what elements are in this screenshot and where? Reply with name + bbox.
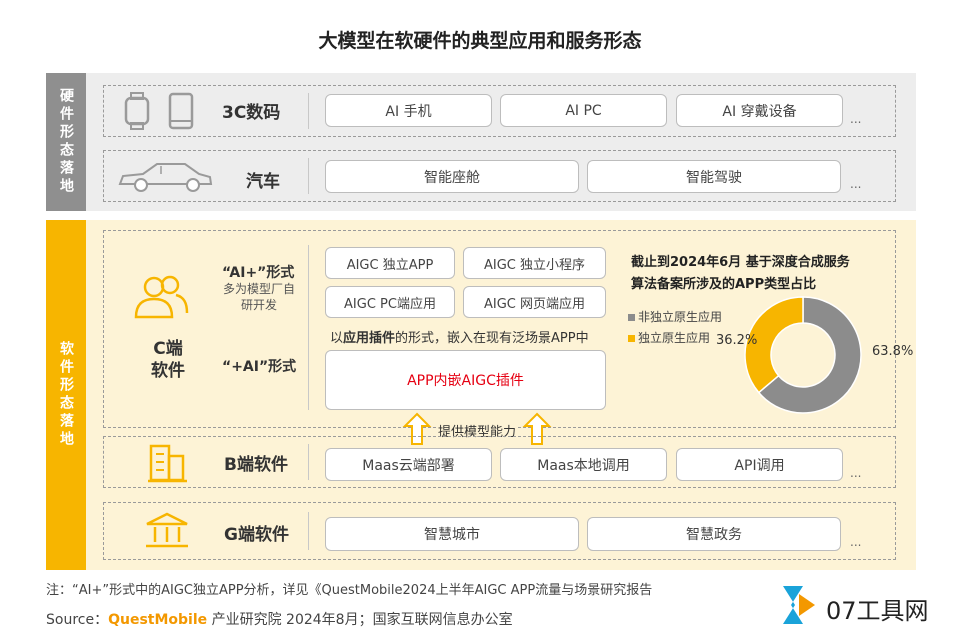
more-dots: ... — [850, 535, 862, 549]
watch-phone-icon — [124, 92, 194, 130]
plus-ai-label: “+AI”形式 — [222, 359, 297, 375]
plugin-box: APP内嵌AIGC插件 — [325, 350, 606, 410]
ai-plus-sub: 多为模型厂自 研开发 — [222, 282, 295, 312]
item-smart-city: 智慧城市 — [325, 517, 579, 551]
row-car-label: 汽车 — [246, 172, 280, 192]
divider — [308, 444, 309, 480]
row-3c-label: 3C数码 — [222, 103, 281, 123]
item-api: API调用 — [676, 448, 843, 481]
item-maas-cloud: Maas云端部署 — [325, 448, 492, 481]
divider — [308, 245, 309, 410]
ai-plus-label: “AI+”形式 — [222, 265, 295, 281]
item-aigc-web: AIGC 网页端应用 — [463, 286, 606, 318]
divider — [308, 158, 309, 194]
slice-label-native: 36.2% — [716, 333, 758, 348]
item-smart-driving: 智能驾驶 — [587, 160, 841, 193]
divider — [308, 512, 309, 550]
item-aigc-pc: AIGC PC端应用 — [325, 286, 455, 318]
b-software-label: B端软件 — [224, 455, 288, 475]
footer-source: Source：QuestMobile 产业研究院 2024年8月；国家互联网信息… — [46, 612, 513, 628]
plugin-note: 以应用插件的形式，嵌入在现有泛场景APP中 — [330, 331, 589, 346]
item-ai-phone: AI 手机 — [325, 94, 492, 127]
more-dots: ... — [850, 112, 862, 126]
item-maas-local: Maas本地调用 — [500, 448, 667, 481]
more-dots: ... — [850, 466, 862, 480]
item-aigc-miniprogram: AIGC 独立小程序 — [463, 247, 606, 279]
donut-chart — [744, 296, 862, 414]
divider — [308, 93, 309, 129]
c-software-label: C端 软件 — [151, 339, 185, 381]
legend-item-non-native: 非独立原生应用 — [628, 308, 722, 325]
building-icon — [148, 444, 187, 483]
legend-swatch — [628, 314, 635, 321]
logo-icon — [783, 586, 815, 624]
slice-label-non-native: 63.8% — [872, 344, 914, 359]
footer-note: 注：“AI+”形式中的AIGC独立APP分析，详见《QuestMobile202… — [46, 583, 653, 598]
item-smart-cockpit: 智能座舱 — [325, 160, 579, 193]
users-icon — [134, 275, 189, 319]
item-ai-wearable: AI 穿戴设备 — [676, 94, 843, 127]
legend-item-native: 独立原生应用 — [628, 329, 710, 346]
item-ai-pc: AI PC — [500, 94, 667, 127]
government-building-icon — [146, 512, 188, 548]
hardware-side-label: 硬件形态落地 — [46, 73, 86, 211]
software-side-label: 软件形态落地 — [46, 220, 86, 570]
item-aigc-app: AIGC 独立APP — [325, 247, 455, 279]
page-title: 大模型在软硬件的典型应用和服务形态 — [318, 30, 642, 52]
legend-swatch — [628, 335, 635, 342]
logo-text: 07工具网 — [826, 597, 929, 625]
g-software-label: G端软件 — [224, 525, 289, 545]
car-icon — [118, 163, 213, 192]
more-dots: ... — [850, 177, 862, 191]
item-smart-gov: 智慧政务 — [587, 517, 841, 551]
